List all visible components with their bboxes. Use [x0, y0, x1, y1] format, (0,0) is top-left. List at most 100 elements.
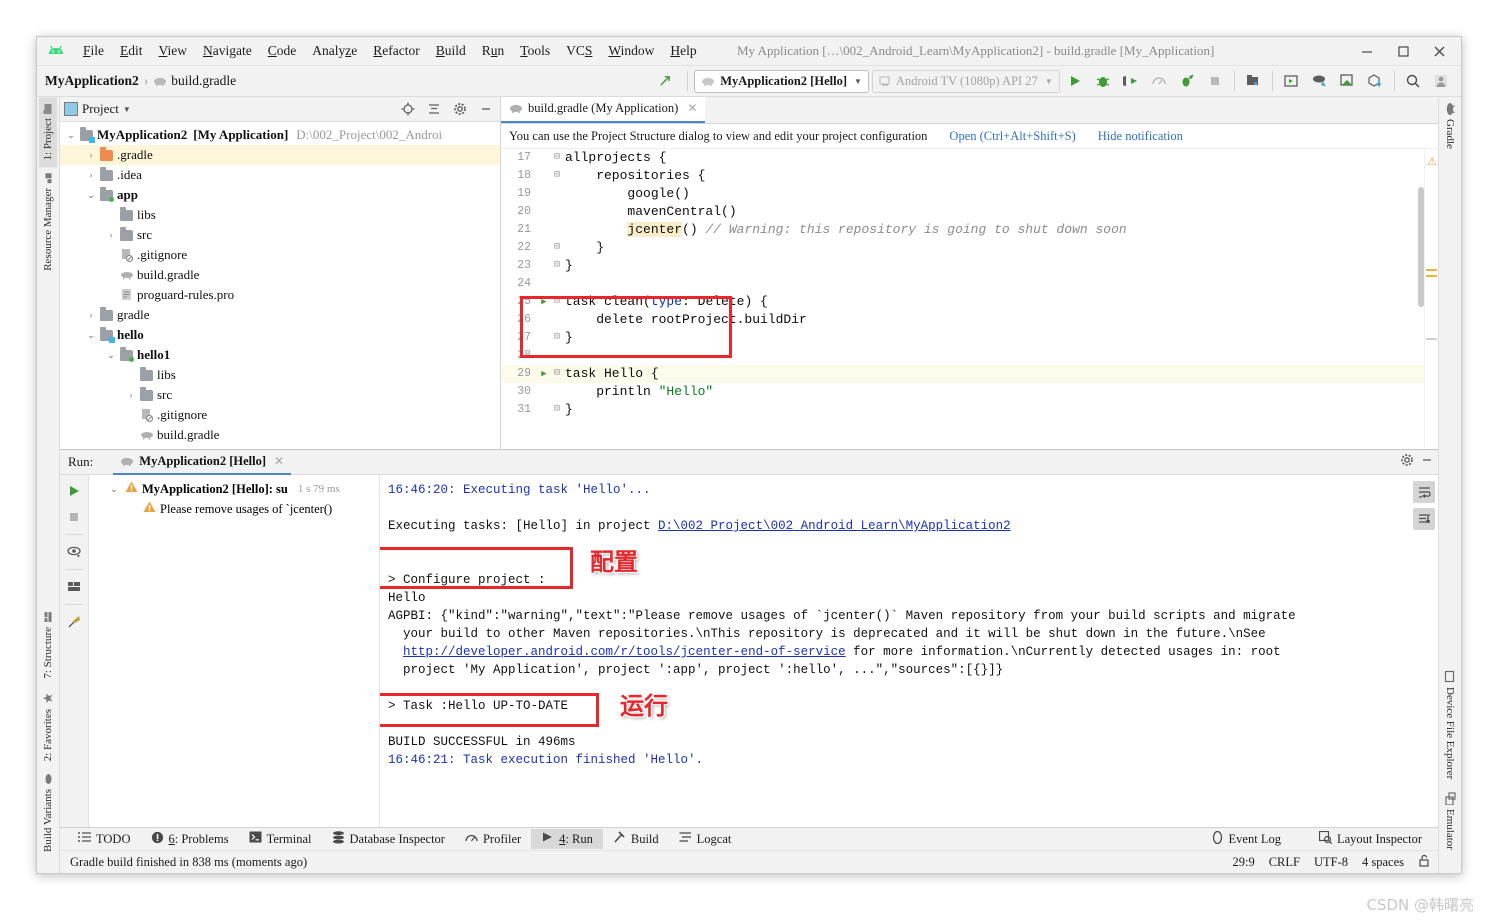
run-tree-row[interactable]: ⌄ MyApplication2 [Hello]: su 1 s 79 ms — [89, 479, 379, 499]
project-panel-title[interactable]: Project ▼ — [64, 101, 131, 117]
bottom-tab-todo[interactable]: TODO — [68, 829, 141, 849]
attach-debugger-icon[interactable] — [1119, 69, 1144, 93]
sidebar-item-project[interactable]: 1: Project — [39, 97, 57, 168]
locate-icon[interactable] — [397, 99, 418, 119]
account-icon[interactable] — [1429, 69, 1454, 93]
chevron-down-icon[interactable]: ⌄ — [64, 130, 78, 141]
code-line-29[interactable]: 29 ▶ ⊟ task Hello { — [501, 365, 1424, 383]
menu-run[interactable]: Run — [474, 40, 513, 62]
tree-item-proguardrulespro[interactable]: proguard-rules.pro — [60, 285, 500, 305]
chevron-right-icon[interactable]: › — [84, 170, 98, 180]
menu-navigate[interactable]: Navigate — [195, 40, 260, 62]
code-line-19[interactable]: 19 google() — [501, 185, 1424, 203]
tree-item-gradle[interactable]: › gradle — [60, 305, 500, 325]
scroll-to-end-icon[interactable] — [1413, 508, 1435, 530]
code-editor[interactable]: 17 ⊟ allprojects {18 ⊟ repositories {19 goo… — [501, 149, 1438, 449]
sidebar-item-structure[interactable]: 7: Structure — [39, 606, 57, 686]
menu-refactor[interactable]: Refactor — [365, 40, 427, 62]
tree-item-hello1[interactable]: ⌄ hello1 — [60, 345, 500, 365]
bottom-tab-profiler[interactable]: Profiler — [455, 829, 531, 849]
menu-code[interactable]: Code — [260, 40, 305, 62]
open-project-structure-link[interactable]: Open (Ctrl+Alt+Shift+S) — [949, 129, 1075, 144]
run-configuration-selector[interactable]: MyApplication2 [Hello] ▼ — [694, 69, 869, 93]
tree-item-src[interactable]: › src — [60, 225, 500, 245]
tree-item-myapplication2[interactable]: ⌄ MyApplication2 [My Application] D:\002_Pr… — [60, 125, 500, 145]
line-separator[interactable]: CRLF — [1269, 855, 1300, 870]
tree-item-libs[interactable]: libs — [60, 205, 500, 225]
console-link[interactable]: http://developer.android.com/r/tools/jce… — [403, 645, 846, 659]
tree-item-idea[interactable]: › .idea — [60, 165, 500, 185]
sidebar-item-device-file-explorer[interactable]: Device File Explorer — [1441, 664, 1459, 786]
code-line-27[interactable]: 27 ⊟} — [501, 329, 1424, 347]
tree-item-hello[interactable]: ⌄ hello — [60, 325, 500, 345]
device-selector[interactable]: Android TV (1080p) API 27 ▼ — [871, 69, 1060, 93]
chevron-right-icon[interactable]: › — [84, 150, 98, 160]
hide-notification-link[interactable]: Hide notification — [1098, 129, 1183, 144]
minimize-button[interactable] — [1349, 38, 1385, 64]
chevron-down-icon[interactable]: ⌄ — [107, 484, 121, 495]
settings-gear-icon[interactable] — [449, 99, 470, 119]
fold-icon[interactable]: ⊟ — [551, 257, 563, 275]
hide-panel-icon[interactable] — [475, 99, 496, 119]
tree-item-buildgradle[interactable]: build.gradle — [60, 265, 500, 285]
breadcrumb-project[interactable]: MyApplication2 — [45, 73, 139, 89]
code-line-22[interactable]: 22 ⊟ } — [501, 239, 1424, 257]
chevron-down-icon[interactable]: ⌄ — [104, 350, 118, 361]
bottom-tab-build[interactable]: Build — [603, 829, 669, 850]
chevron-down-icon[interactable]: ⌄ — [84, 190, 98, 201]
minimize-icon[interactable] — [1420, 453, 1434, 472]
collapse-all-icon[interactable] — [423, 99, 444, 119]
menu-view[interactable]: View — [151, 40, 195, 62]
tree-item-gitignore[interactable]: .gitignore — [60, 405, 500, 425]
menu-file[interactable]: File — [75, 40, 112, 62]
chevron-right-icon[interactable]: › — [124, 390, 138, 400]
run-icon[interactable] — [1063, 69, 1088, 93]
tree-item-src[interactable]: › src — [60, 385, 500, 405]
menu-tools[interactable]: Tools — [512, 40, 558, 62]
console-link[interactable]: D:\002_Project\002_Android_Learn\MyAppli… — [658, 519, 1011, 533]
chevron-right-icon[interactable]: › — [84, 310, 98, 320]
sidebar-item-emulator[interactable]: Emulator — [1441, 786, 1460, 857]
layout-icon[interactable] — [63, 576, 85, 598]
toggle-view-icon[interactable] — [63, 541, 85, 563]
bottom-tab-run[interactable]: 4: Run — [531, 829, 603, 849]
bottom-tab-eventlog[interactable]: Event Log — [1201, 829, 1291, 850]
fold-icon[interactable]: ⊟ — [551, 329, 563, 347]
breadcrumb-file[interactable]: build.gradle — [153, 73, 236, 89]
code-line-28[interactable]: 28 — [501, 347, 1424, 365]
code-line-17[interactable]: 17 ⊟ allprojects { — [501, 149, 1424, 167]
editor-marker-gutter[interactable]: ⚠ — [1424, 149, 1438, 449]
profiler-icon[interactable] — [1147, 69, 1172, 93]
rerun-icon[interactable] — [63, 480, 85, 502]
sidebar-item-gradle[interactable]: Gradle — [1440, 97, 1460, 156]
tree-item-libs[interactable]: libs — [60, 365, 500, 385]
bottom-tab-databaseinspector[interactable]: Database Inspector — [322, 829, 455, 850]
code-lines[interactable]: 17 ⊟ allprojects {18 ⊟ repositories {19 goo… — [501, 149, 1424, 449]
menu-vcs[interactable]: VCS — [558, 40, 600, 62]
search-icon[interactable] — [1401, 69, 1426, 93]
menu-build[interactable]: Build — [428, 40, 474, 62]
sdk-manager-icon[interactable] — [1241, 69, 1266, 93]
maximize-button[interactable] — [1385, 38, 1421, 64]
fold-icon[interactable]: ⊟ — [551, 239, 563, 257]
close-icon[interactable]: ✕ — [687, 101, 697, 116]
sidebar-item-favorites[interactable]: 2: Favorites — [39, 686, 57, 768]
pin-icon[interactable] — [63, 611, 85, 633]
run-tree-row[interactable]: Please remove usages of `jcenter() — [89, 499, 379, 519]
close-button[interactable] — [1421, 38, 1457, 64]
debug-icon[interactable] — [1091, 69, 1116, 93]
fold-icon[interactable]: ⊟ — [551, 401, 563, 419]
run-gutter-icon[interactable]: ▶ — [537, 365, 551, 383]
bottom-tab-logcat[interactable]: Logcat — [669, 829, 742, 849]
code-line-25[interactable]: 25 ▶ ⊟ task clean(type: Delete) { — [501, 293, 1424, 311]
bottom-tab-terminal[interactable]: Terminal — [239, 829, 322, 849]
code-line-18[interactable]: 18 ⊟ repositories { — [501, 167, 1424, 185]
caret-position[interactable]: 29:9 — [1232, 855, 1254, 870]
fold-icon[interactable]: ⊟ — [551, 365, 563, 383]
menu-window[interactable]: Window — [600, 40, 662, 62]
sync-gradle-icon[interactable] — [1307, 69, 1332, 93]
back-arrow-icon[interactable]: ↖ — [649, 71, 681, 91]
editor-tab-build-gradle[interactable]: build.gradle (My Application) ✕ — [501, 96, 706, 123]
menu-analyze[interactable]: Analyze — [304, 40, 365, 62]
fold-icon[interactable]: ⊟ — [551, 149, 563, 167]
